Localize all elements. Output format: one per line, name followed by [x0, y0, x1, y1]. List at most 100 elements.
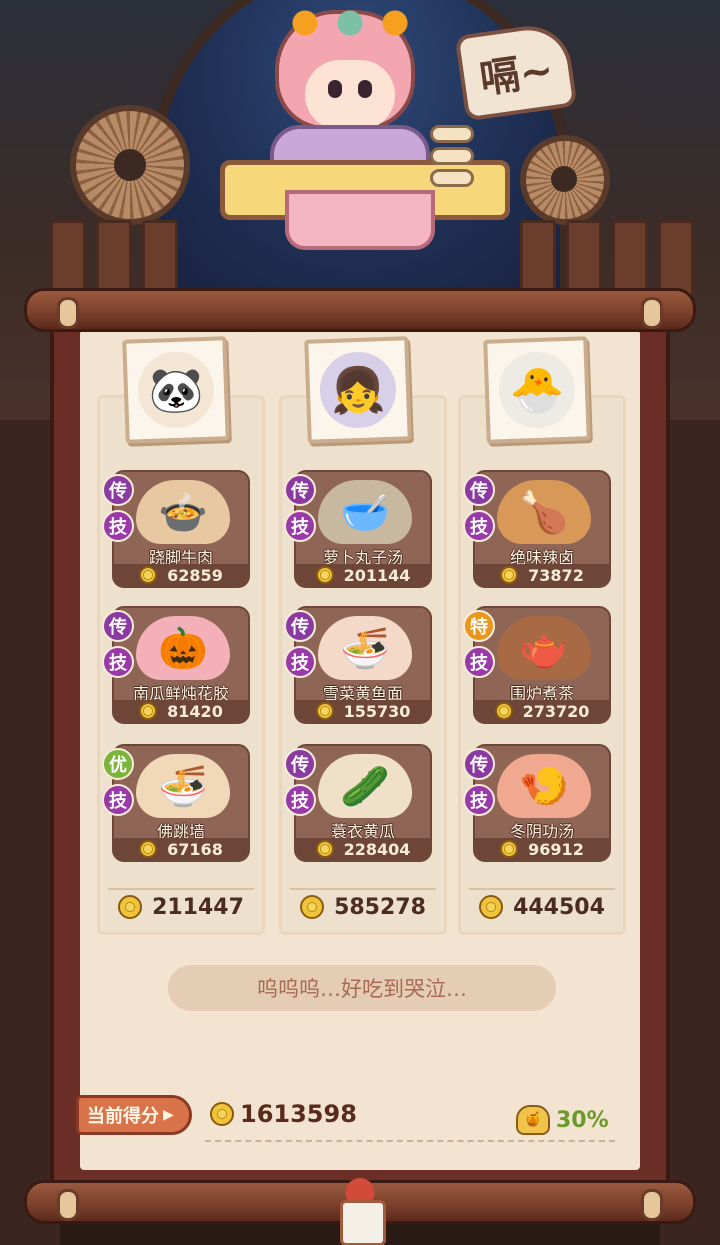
rod-cap	[57, 297, 79, 329]
skill-badge: 技	[102, 646, 134, 678]
dish-grade-badge: 传	[102, 610, 134, 642]
dish-score: 67168	[114, 838, 248, 860]
current-score-label: 当前得分 ▶	[76, 1095, 192, 1135]
character-portrait-frame[interactable]: 👧	[304, 336, 412, 444]
dish-card[interactable]: 🥒 传 技 蓑衣黄瓜 228404	[284, 744, 432, 862]
rod-cap	[641, 1189, 663, 1221]
judge-column-3: 🐣 🍗 传 技 绝味辣卤 73872 🫖 特 技 围炉煮茶 273720 🍤 传…	[458, 336, 626, 935]
score-label-text: 当前得分	[87, 1106, 159, 1127]
dish-score: 155730	[296, 700, 430, 722]
dish-score: 201144	[296, 564, 430, 586]
skill-badge: 技	[102, 784, 134, 816]
cucumber-dish-icon: 🥒	[318, 754, 412, 818]
fish-noodles-icon: 🍜	[318, 616, 412, 680]
skill-badge: 技	[463, 784, 495, 816]
column-total: 211447	[108, 888, 254, 924]
dish-grade-badge: 优	[102, 748, 134, 780]
paper-fan-decoration	[520, 135, 610, 225]
judge-column-2: 👧 🥣 传 技 萝卜丸子汤 201144 🍜 传 技 雪菜黄鱼面 155730 …	[279, 336, 447, 935]
character-portrait-frame[interactable]: 🐣	[483, 336, 591, 444]
meatball-soup-icon: 🥣	[318, 480, 412, 544]
dish-card[interactable]: 🍜 传 技 雪菜黄鱼面 155730	[284, 606, 432, 724]
dish-score-value: 67168	[167, 839, 223, 859]
skill-badge: 技	[284, 784, 316, 816]
dish-card[interactable]: 🍲 传 技 跷脚牛肉 62859	[102, 470, 250, 588]
coin-icon	[500, 840, 519, 858]
dish-score-value: 73872	[528, 565, 584, 585]
panda-hood-character-icon: 🐼	[136, 350, 216, 430]
dish-card[interactable]: 🥣 传 技 萝卜丸子汤 201144	[284, 470, 432, 588]
total-score-value: 1613598	[240, 1100, 357, 1128]
coin-icon	[315, 840, 334, 858]
skill-badge: 技	[463, 510, 495, 542]
coin-icon	[139, 702, 158, 720]
pumpkin-stew-icon: 🎃	[136, 616, 230, 680]
scroll-rod-top	[24, 288, 696, 332]
tom-yum-soup-icon: 🍤	[497, 754, 591, 818]
column-total-value: 211447	[152, 894, 244, 920]
coin-icon	[479, 895, 504, 919]
judge-comment: 呜呜呜…好吃到哭泣…	[168, 965, 556, 1011]
flower-crown-icon	[275, 8, 425, 38]
total-score: 1613598	[210, 1100, 357, 1128]
coin-icon	[315, 566, 334, 584]
coin-icon	[210, 1102, 234, 1126]
dish-score-value: 228404	[343, 839, 411, 859]
dish-score-value: 273720	[522, 701, 590, 721]
dish-card[interactable]: 🍗 传 技 绝味辣卤 73872	[463, 470, 611, 588]
character-portrait-frame[interactable]: 🐼	[122, 336, 230, 444]
dish-score-value: 62859	[167, 565, 223, 585]
dish-card[interactable]: 🫖 特 技 围炉煮茶 273720	[463, 606, 611, 724]
rod-cap	[641, 297, 663, 329]
burp-sign: 嗝~	[454, 20, 578, 122]
dish-score: 228404	[296, 838, 430, 860]
golden-pot-icon: 🍯	[516, 1105, 550, 1135]
skill-badge: 技	[102, 510, 134, 542]
dish-score: 73872	[475, 564, 609, 586]
coin-icon	[500, 566, 519, 584]
dish-grade-badge: 传	[463, 748, 495, 780]
column-total-value: 444504	[513, 894, 605, 920]
dish-score: 62859	[114, 564, 248, 586]
bun-stack-icon	[430, 125, 474, 195]
score-divider	[205, 1140, 615, 1142]
dish-score: 96912	[475, 838, 609, 860]
judge-column-1: 🐼 🍲 传 技 跷脚牛肉 62859 🎃 传 技 南瓜鲜炖花胶 81420 🍜 …	[97, 336, 265, 935]
column-total-value: 585278	[334, 894, 426, 920]
skill-badge: 技	[463, 646, 495, 678]
burp-text: 嗝~	[476, 47, 557, 103]
dish-score-value: 81420	[167, 701, 223, 721]
stove-tea-icon: 🫖	[497, 616, 591, 680]
dish-score-value: 155730	[343, 701, 411, 721]
coin-icon	[315, 702, 334, 720]
dish-score-value: 96912	[528, 839, 584, 859]
character-eye	[358, 80, 372, 98]
dish-score: 273720	[475, 700, 609, 722]
dish-grade-badge: 特	[463, 610, 495, 642]
dish-card[interactable]: 🍤 传 技 冬阴功汤 96912	[463, 744, 611, 862]
column-total: 585278	[290, 888, 436, 924]
coin-icon	[300, 895, 325, 919]
dish-grade-badge: 传	[284, 748, 316, 780]
dish-grade-badge: 传	[102, 474, 134, 506]
paper-fan-decoration	[70, 105, 190, 225]
dish-grade-badge: 传	[284, 610, 316, 642]
dish-score: 81420	[114, 700, 248, 722]
skill-badge: 技	[284, 510, 316, 542]
desk-cloth	[285, 190, 435, 250]
coin-icon	[139, 840, 158, 858]
comment-text: 呜呜呜…好吃到哭泣…	[257, 977, 467, 1001]
beef-stew-icon: 🍲	[136, 480, 230, 544]
skill-badge: 技	[284, 646, 316, 678]
white-creature-character-icon: 🐣	[497, 350, 577, 430]
tassel-ornament	[330, 1170, 390, 1245]
rod-cap	[57, 1189, 79, 1221]
play-arrow-icon: ▶	[163, 1107, 174, 1123]
column-total: 444504	[469, 888, 615, 924]
coin-icon	[494, 702, 513, 720]
dish-card[interactable]: 🎃 传 技 南瓜鲜炖花胶 81420	[102, 606, 250, 724]
bonus-percent: 30%	[556, 1107, 609, 1133]
dish-grade-badge: 传	[463, 474, 495, 506]
dish-card[interactable]: 🍜 优 技 佛跳墙 67168	[102, 744, 250, 862]
character-eye	[328, 80, 342, 98]
